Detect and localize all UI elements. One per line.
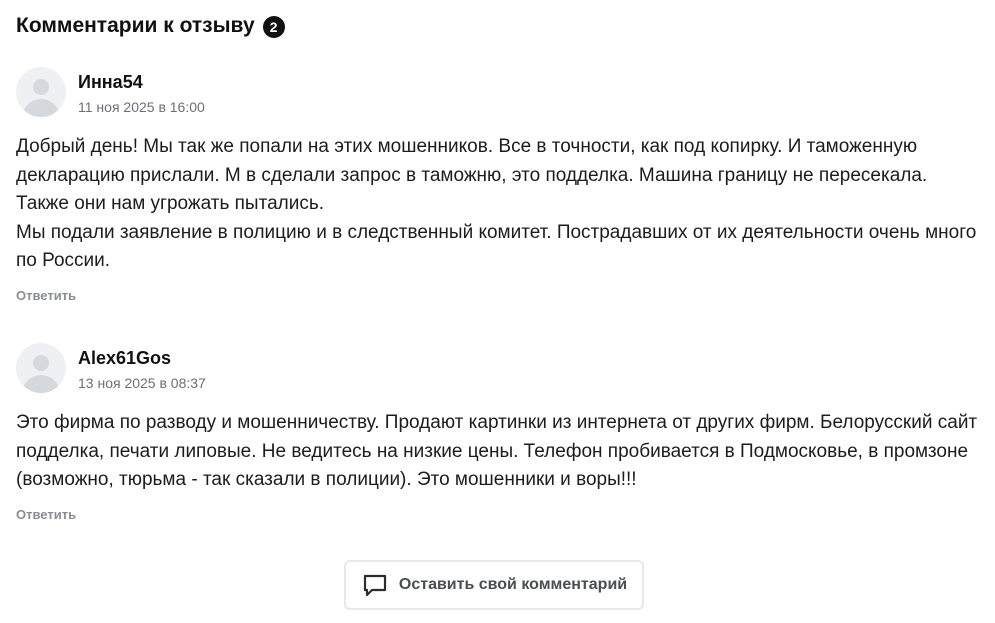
comment-text: Это фирма по разводу и мошенничеству. Пр…	[16, 409, 981, 495]
leave-comment-button[interactable]: Оставить свой комментарий	[344, 560, 644, 610]
comment-bubble-icon	[361, 571, 389, 599]
comment-count-badge: 2	[262, 15, 285, 38]
comment-text: Добрый день! Мы так же попали на этих мо…	[16, 133, 981, 276]
page-title: Комментарии к отзыву	[16, 14, 255, 37]
comment-header: Alex61Gos 13 ноя 2025 в 08:37	[16, 343, 981, 393]
comment-meta: Инна54 11 ноя 2025 в 16:00	[78, 67, 205, 116]
reply-button[interactable]: Ответить	[16, 288, 76, 303]
comment-item: Alex61Gos 13 ноя 2025 в 08:37 Это фирма …	[16, 343, 981, 524]
avatar-body-shape	[22, 99, 60, 117]
comment-date: 13 ноя 2025 в 08:37	[78, 375, 206, 391]
comment-date: 11 ноя 2025 в 16:00	[78, 99, 205, 115]
reply-button[interactable]: Ответить	[16, 507, 76, 522]
avatar[interactable]	[16, 67, 66, 117]
comment-author[interactable]: Инна54	[78, 71, 205, 93]
comments-header: Комментарии к отзыву 2	[16, 14, 285, 38]
avatar-head-shape	[33, 355, 49, 371]
avatar[interactable]	[16, 343, 66, 393]
comment-paragraph: Добрый день! Мы так же попали на этих мо…	[16, 136, 928, 214]
comment-header: Инна54 11 ноя 2025 в 16:00	[16, 67, 981, 117]
comment-author[interactable]: Alex61Gos	[78, 347, 206, 369]
leave-comment-label: Оставить свой комментарий	[398, 576, 628, 593]
avatar-head-shape	[33, 79, 49, 95]
comment-item: Инна54 11 ноя 2025 в 16:00 Добрый день! …	[16, 67, 981, 305]
comment-paragraph: Мы подали заявление в полицию и в следст…	[16, 221, 977, 272]
avatar-body-shape	[22, 375, 60, 393]
comment-meta: Alex61Gos 13 ноя 2025 в 08:37	[78, 343, 206, 392]
comment-paragraph: Это фирма по разводу и мошенничеству. Пр…	[16, 412, 978, 490]
